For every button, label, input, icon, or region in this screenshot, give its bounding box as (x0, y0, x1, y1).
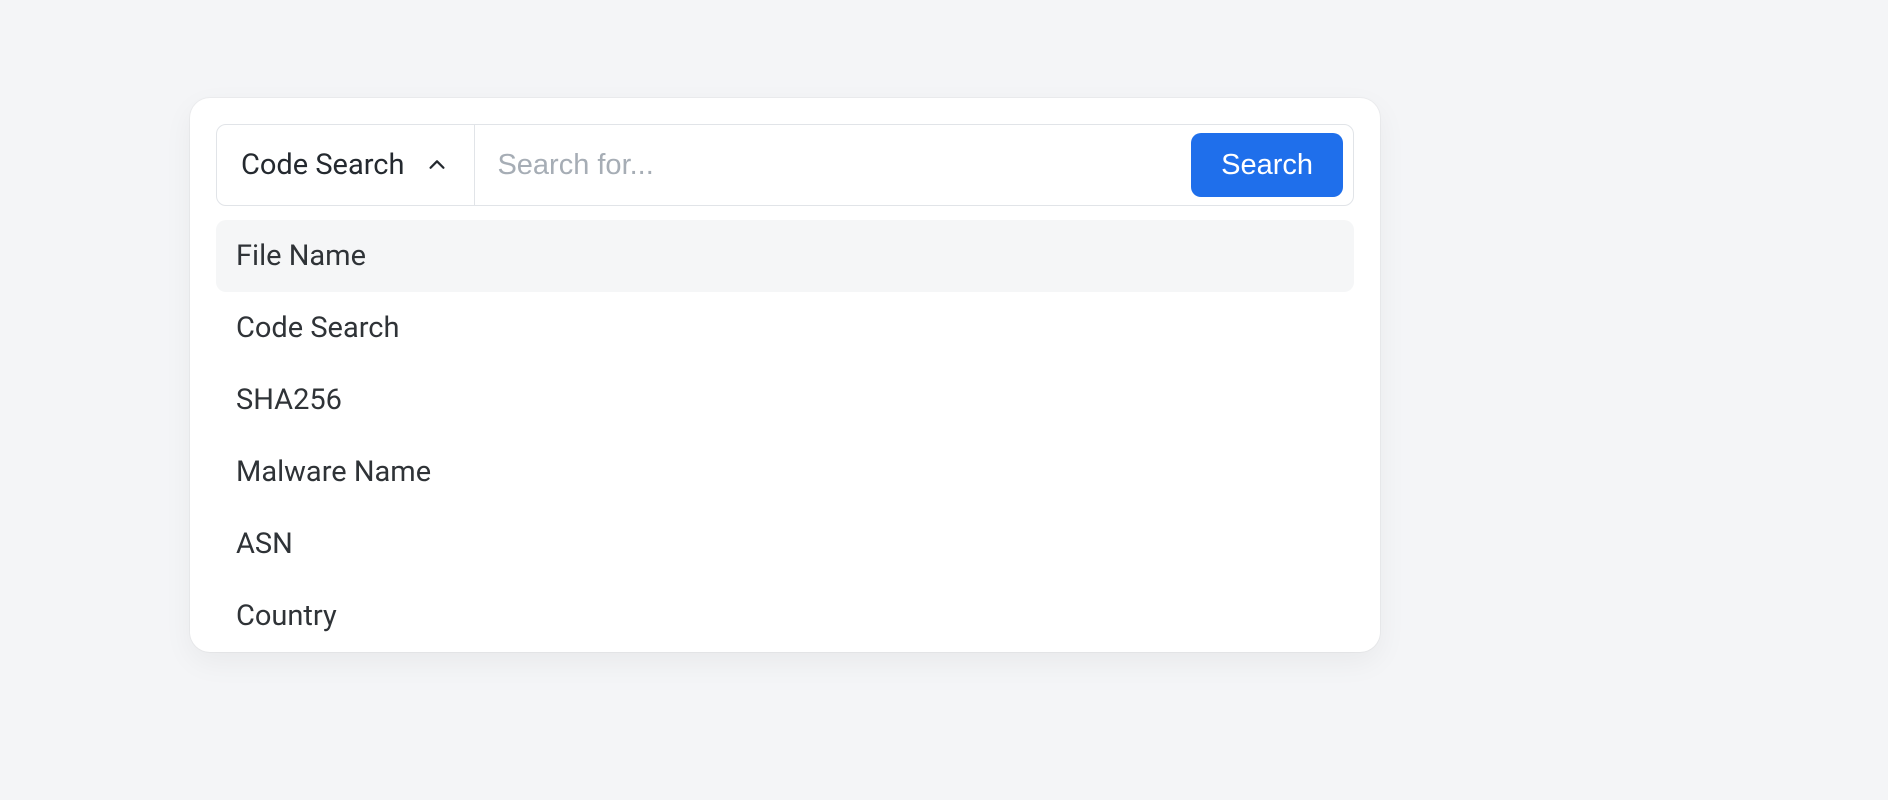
search-button[interactable]: Search (1191, 133, 1343, 197)
filter-dropdown-list: File Name Code Search SHA256 Malware Nam… (216, 220, 1354, 652)
search-input[interactable] (475, 125, 1191, 205)
chevron-up-icon (426, 154, 448, 176)
dropdown-option-code-search[interactable]: Code Search (216, 292, 1354, 364)
filter-selected-label: Code Search (241, 148, 404, 182)
dropdown-option-country[interactable]: Country (216, 580, 1354, 652)
dropdown-option-asn[interactable]: ASN (216, 508, 1354, 580)
dropdown-option-sha256[interactable]: SHA256 (216, 364, 1354, 436)
dropdown-option-file-name[interactable]: File Name (216, 220, 1354, 292)
search-card: Code Search Search File Name Code Search… (190, 98, 1380, 652)
filter-selector[interactable]: Code Search (217, 125, 475, 205)
dropdown-option-malware-name[interactable]: Malware Name (216, 436, 1354, 508)
search-bar: Code Search Search (216, 124, 1354, 206)
